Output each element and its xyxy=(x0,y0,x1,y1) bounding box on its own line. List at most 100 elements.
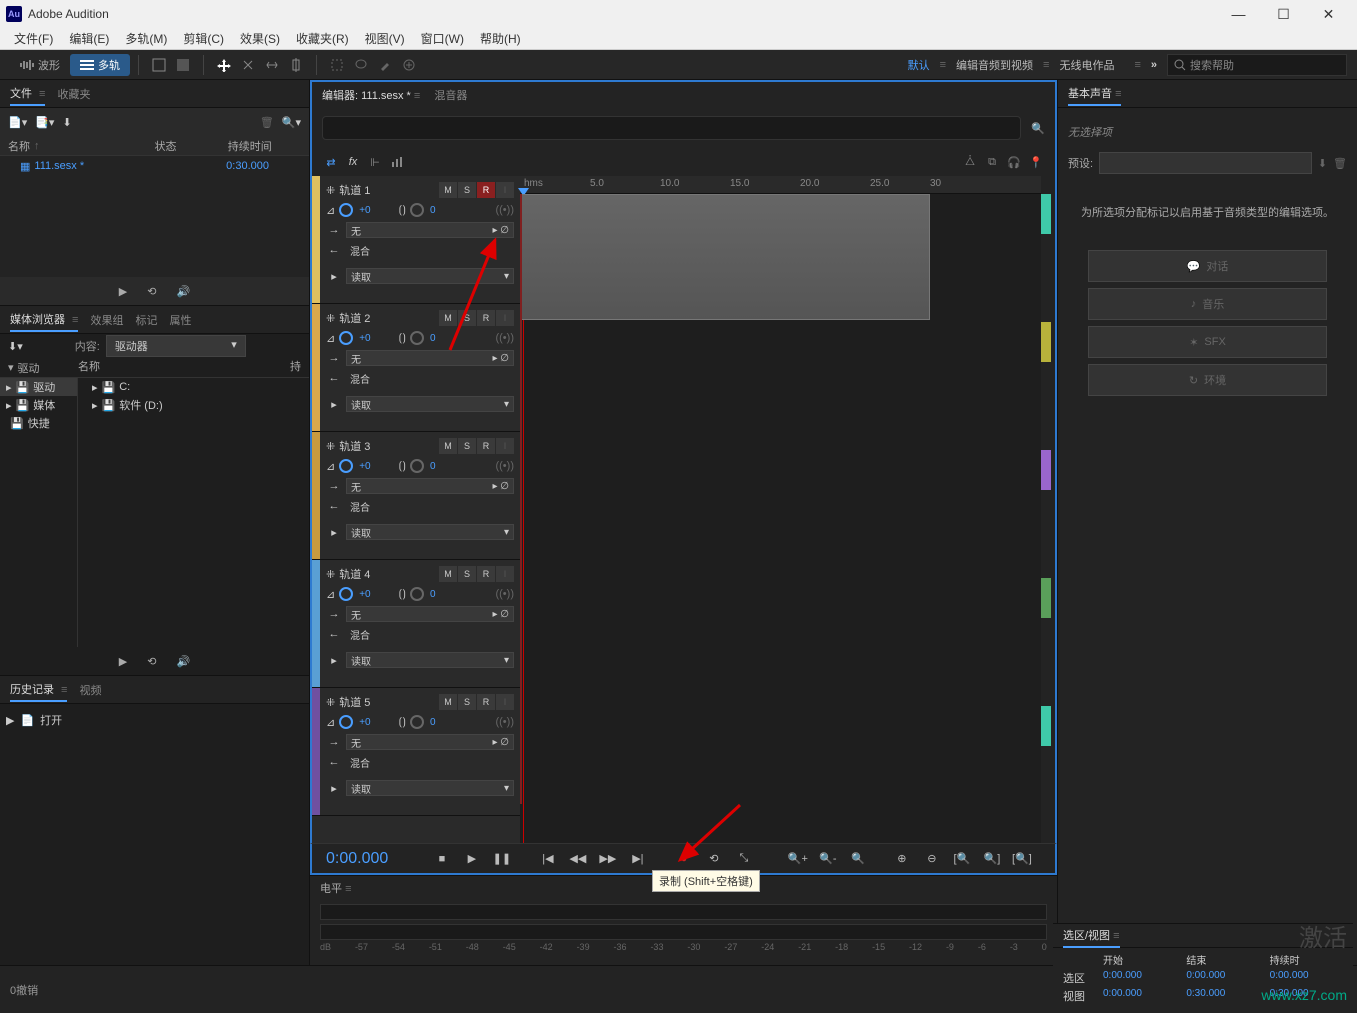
record-icon[interactable]: ⬇ xyxy=(62,116,71,129)
files-tab[interactable]: 文件 ≡ xyxy=(10,82,45,106)
playhead-icon[interactable]: 🎧 xyxy=(1003,151,1025,173)
tree-d-drive[interactable]: ▸💾软件 (D:) xyxy=(78,396,309,414)
rewind-button[interactable]: ◀◀ xyxy=(565,846,591,872)
input-dropdown[interactable]: 无▸ ∅ xyxy=(346,222,514,238)
lasso-tool-icon[interactable] xyxy=(349,53,373,77)
sends-icon[interactable]: ⊩ xyxy=(364,151,386,173)
workspace-radio[interactable]: 无线电作品 xyxy=(1049,57,1124,73)
track-name[interactable]: 轨道 5 xyxy=(339,694,435,710)
loop-button[interactable]: ⟲ xyxy=(701,846,727,872)
eq-icon[interactable] xyxy=(386,151,408,173)
timecode[interactable]: 0:00.000 xyxy=(326,850,388,868)
monitor-input-button[interactable]: I xyxy=(496,182,514,198)
file-row[interactable]: ▦111.sesx * 0:30.000 xyxy=(0,156,309,176)
essential-sound-tab[interactable]: 基本声音 ≡ xyxy=(1068,82,1121,106)
preset-save-icon[interactable]: ⬇ xyxy=(1318,157,1327,170)
ripple-icon[interactable]: ⧉ xyxy=(981,151,1003,173)
stop-button[interactable]: ■ xyxy=(429,846,455,872)
output-label[interactable]: 混合 xyxy=(346,626,514,642)
slip-tool-icon[interactable] xyxy=(260,53,284,77)
volume-knob[interactable] xyxy=(339,203,353,217)
multitrack-view-tab[interactable]: 多轨 xyxy=(70,54,130,76)
monitor-input-button[interactable]: I xyxy=(496,310,514,326)
menu-view[interactable]: 视图(V) xyxy=(357,30,413,47)
tree-drive[interactable]: ▸💾驱动 xyxy=(0,378,77,396)
output-label[interactable]: 混合 xyxy=(346,498,514,514)
toggle-inputs-icon[interactable]: ⇄ xyxy=(320,151,342,173)
play-button[interactable]: ▶ xyxy=(459,846,485,872)
marker-icon[interactable]: 📍 xyxy=(1025,151,1047,173)
track-2-color-chip[interactable] xyxy=(1041,322,1051,362)
effects-rack-tab[interactable]: 效果组 xyxy=(90,309,123,331)
pan-knob[interactable] xyxy=(410,203,424,217)
volume-knob[interactable] xyxy=(339,331,353,345)
dur-header[interactable]: 持 xyxy=(290,358,301,377)
mute-button[interactable]: M xyxy=(439,438,457,454)
mute-button[interactable]: M xyxy=(439,310,457,326)
tree-c-drive[interactable]: ▸💾C: xyxy=(78,378,309,396)
col-name[interactable]: 名称 xyxy=(8,138,30,154)
track-handle-icon[interactable]: ⁜ xyxy=(326,312,335,325)
input-dropdown[interactable]: 无▸ ∅ xyxy=(346,734,514,750)
track-5-color-chip[interactable] xyxy=(1041,706,1051,746)
import-icon[interactable]: 📑▾ xyxy=(35,116,54,129)
solo-button[interactable]: S xyxy=(458,182,476,198)
track-4-color-chip[interactable] xyxy=(1041,578,1051,618)
menu-edit[interactable]: 编辑(E) xyxy=(61,30,117,47)
tree-shortcut[interactable]: 💾快捷 xyxy=(0,414,77,432)
forward-button[interactable]: ▶▶ xyxy=(595,846,621,872)
zoom-in-icon[interactable]: 🔍+ xyxy=(785,846,811,872)
skip-selection-button[interactable]: ⤡ xyxy=(731,846,757,872)
media-play-icon[interactable]: ▶ xyxy=(119,655,127,668)
editor-tab[interactable]: 编辑器: 111.sesx * ≡ xyxy=(322,87,420,103)
favorites-tab[interactable]: 收藏夹 xyxy=(57,83,90,105)
go-to-end-button[interactable]: ▶| xyxy=(625,846,651,872)
workspace-default[interactable]: 默认 xyxy=(898,57,940,73)
track-handle-icon[interactable]: ⁜ xyxy=(326,440,335,453)
zoom-out-icon[interactable]: 🔍- xyxy=(815,846,841,872)
levels-tab[interactable]: 电平 ≡ xyxy=(320,880,351,896)
track-handle-icon[interactable]: ⁜ xyxy=(326,568,335,581)
monitor-input-button[interactable]: I xyxy=(496,566,514,582)
play-preview-icon[interactable]: ▶ xyxy=(119,285,127,298)
menu-multitrack[interactable]: 多轨(M) xyxy=(117,30,175,47)
zoom-sel-out-icon[interactable]: 🔍] xyxy=(979,846,1005,872)
preset-delete-icon[interactable]: 🗑 xyxy=(1333,157,1347,170)
pan-knob[interactable] xyxy=(410,459,424,473)
history-row[interactable]: ▶📄打开 xyxy=(6,710,303,730)
search-help-input[interactable]: 搜索帮助 xyxy=(1167,54,1347,76)
zoom-in-vert-icon[interactable]: ⊕ xyxy=(889,846,915,872)
overview-navigator[interactable] xyxy=(322,116,1021,140)
track-name[interactable]: 轨道 3 xyxy=(339,438,435,454)
pan-knob[interactable] xyxy=(410,331,424,345)
go-to-start-button[interactable]: |◀ xyxy=(535,846,561,872)
monitor-input-button[interactable]: I xyxy=(496,694,514,710)
spot-heal-tool-icon[interactable] xyxy=(397,53,421,77)
pan-knob[interactable] xyxy=(410,715,424,729)
spectral-toggle-icon[interactable] xyxy=(171,53,195,77)
volume-knob[interactable] xyxy=(339,715,353,729)
menu-help[interactable]: 帮助(H) xyxy=(472,30,529,47)
col-duration[interactable]: 持续时间 xyxy=(228,138,301,154)
volume-knob[interactable] xyxy=(339,459,353,473)
dialogue-button[interactable]: 💬对话 xyxy=(1088,250,1327,282)
maximize-button[interactable]: ☐ xyxy=(1261,0,1306,28)
menu-file[interactable]: 文件(F) xyxy=(6,30,61,47)
mute-button[interactable]: M xyxy=(439,694,457,710)
open-file-icon[interactable]: 📄▾ xyxy=(8,116,27,129)
track-name[interactable]: 轨道 2 xyxy=(339,310,435,326)
time-selection-tool-icon[interactable] xyxy=(284,53,308,77)
razor-tool-icon[interactable] xyxy=(236,53,260,77)
waveform-view-tab[interactable]: 波形 xyxy=(10,54,70,76)
preset-dropdown[interactable] xyxy=(1099,152,1312,174)
zoom-reset-icon[interactable]: 🔍 xyxy=(1031,122,1045,135)
zoom-out-vert-icon[interactable]: ⊖ xyxy=(919,846,945,872)
automation-dropdown[interactable]: 读取▾ xyxy=(346,652,514,668)
workspace-more-button[interactable]: » xyxy=(1151,59,1157,71)
workspace-audio-to-video[interactable]: 编辑音频到视频 xyxy=(946,57,1043,73)
solo-button[interactable]: S xyxy=(458,694,476,710)
timeline-ruler[interactable]: hms 5.0 10.0 15.0 20.0 25.0 30 xyxy=(520,176,1041,194)
track-1-color-chip[interactable] xyxy=(1041,194,1051,234)
fx-icon[interactable]: fx xyxy=(342,151,364,173)
marquee-tool-icon[interactable] xyxy=(325,53,349,77)
